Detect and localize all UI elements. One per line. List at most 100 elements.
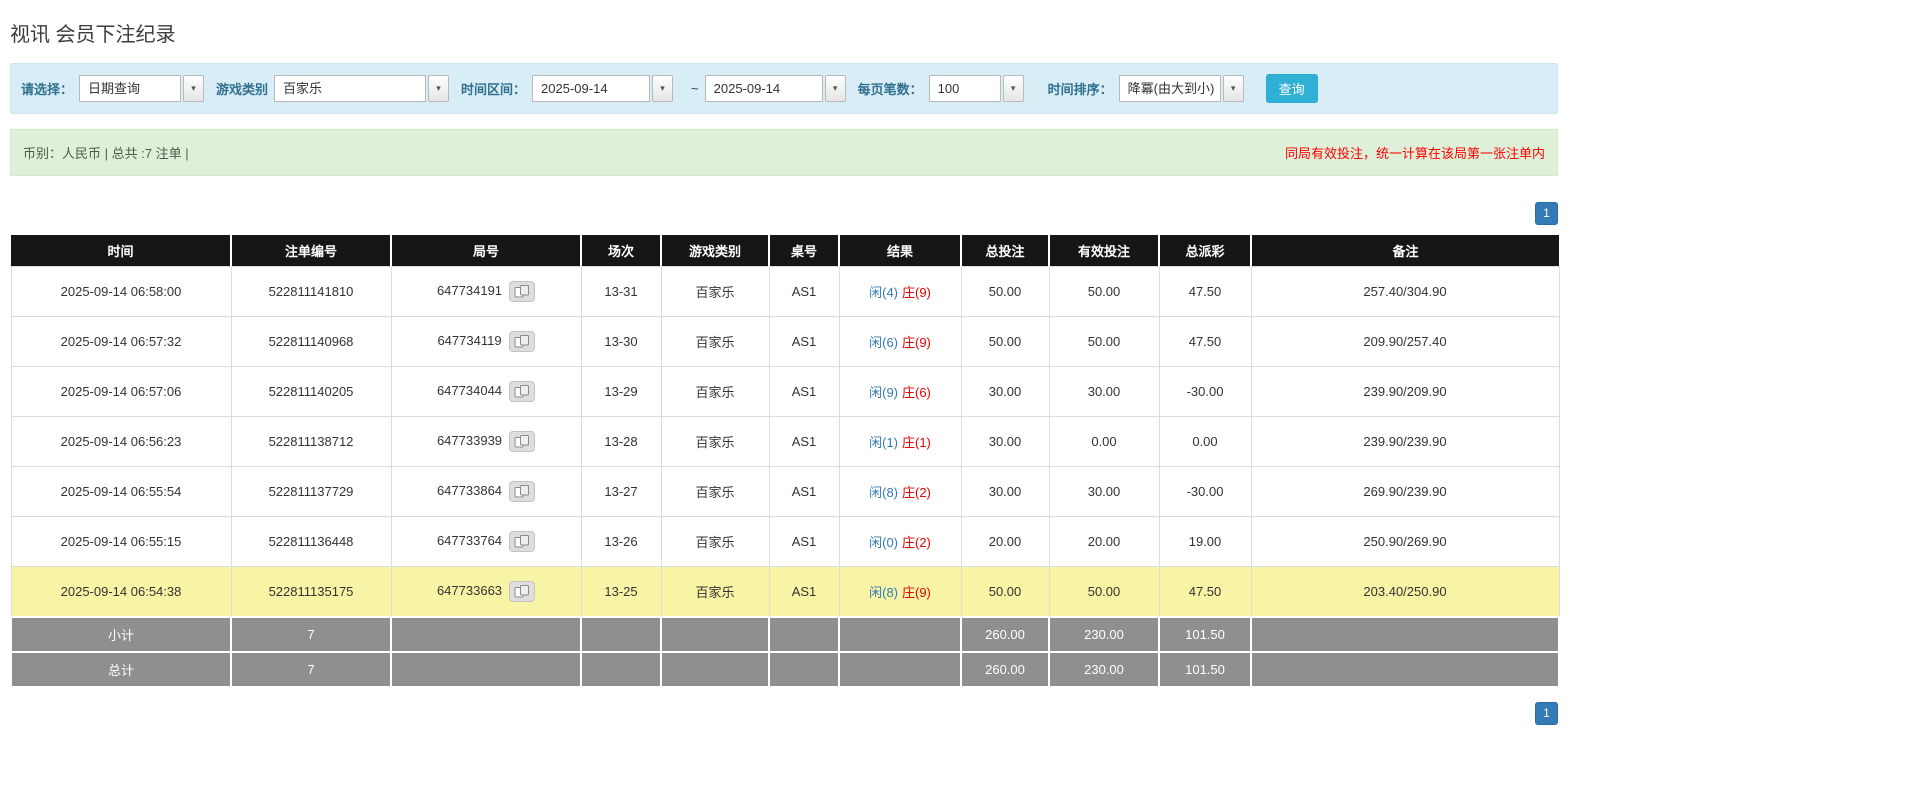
page-size-select[interactable]: 100 ▾ [928, 75, 1024, 102]
total-bet-link[interactable]: 30.00 [960, 466, 1050, 517]
cell-valid-bet: 50.00 [1048, 266, 1160, 317]
cell-payout: 47.50 [1158, 266, 1252, 317]
result-player: 闲(8) [869, 485, 898, 500]
view-round-cards-icon[interactable] [509, 581, 536, 602]
header-total-bet: 总投注 [960, 235, 1049, 267]
cell-remark: 250.90/269.90 [1250, 516, 1560, 567]
view-round-cards-icon[interactable] [509, 281, 536, 302]
cell-result: 闲(9) 庄(6) [838, 366, 962, 417]
cell-table-no: AS1 [768, 466, 840, 517]
cell-session: 13-30 [580, 316, 662, 367]
cell-bet-id: 522811136448 [230, 516, 392, 567]
chevron-down-icon[interactable]: ▾ [1222, 75, 1244, 102]
page-size-value: 100 [928, 75, 1001, 102]
cell-result: 闲(4) 庄(9) [838, 266, 962, 317]
chevron-down-icon[interactable]: ▾ [824, 75, 846, 102]
chevron-down-icon[interactable]: ▾ [428, 75, 450, 102]
cell-payout: 19.00 [1158, 516, 1252, 567]
cell-table-no: AS1 [768, 316, 840, 367]
cell-game-type: 百家乐 [660, 416, 770, 467]
info-bar: 币别：人民币 | 总共 :7 注单 | 同局有效投注，统一计算在该局第一张注单内 [10, 129, 1558, 176]
summary-empty-cell [580, 651, 662, 688]
total-count: 7 [230, 651, 392, 688]
total-row: 总计 7 260.00 230.00 101.50 [10, 651, 1560, 688]
cell-table-no: AS1 [768, 366, 840, 417]
query-type-label: 请选择： [21, 82, 74, 97]
search-button[interactable]: 查询 [1265, 74, 1318, 103]
cell-payout: 47.50 [1158, 566, 1252, 618]
header-table-no: 桌号 [768, 235, 839, 267]
cell-game-type: 百家乐 [660, 566, 770, 618]
total-bet-link[interactable]: 50.00 [960, 316, 1050, 367]
summary-empty-cell [580, 616, 662, 653]
cell-bet-id: 522811141810 [230, 266, 392, 317]
pagination-bottom: 1 [10, 702, 1558, 725]
round-no-value: 647733939 [436, 432, 503, 448]
game-type-select[interactable]: 百家乐 ▾ [274, 75, 450, 102]
pagination-page-1[interactable]: 1 [1535, 202, 1558, 225]
round-no-value: 647734119 [437, 332, 502, 348]
cell-time: 2025-09-14 06:56:23 [10, 416, 232, 467]
header-game-type: 游戏类别 [660, 235, 769, 267]
view-round-cards-icon[interactable] [508, 331, 535, 352]
cell-bet-id: 522811140968 [230, 316, 392, 367]
date-range-separator: ~ [691, 81, 699, 96]
view-round-cards-icon[interactable] [509, 531, 536, 552]
cell-valid-bet: 30.00 [1048, 466, 1160, 517]
table-header: 时间 注单编号 局号 场次 游戏类别 桌号 结果 总投注 有效投注 总派彩 备注 [11, 235, 1559, 267]
cell-session: 13-29 [580, 366, 662, 417]
subtotal-label: 小计 [10, 616, 232, 653]
result-player: 闲(1) [869, 435, 898, 450]
cell-valid-bet: 50.00 [1048, 316, 1160, 367]
date-from-select[interactable]: 2025-09-14 ▾ [532, 75, 674, 102]
result-player: 闲(8) [869, 585, 898, 600]
cell-payout: 47.50 [1158, 316, 1252, 367]
total-bet-link[interactable]: 50.00 [960, 266, 1050, 317]
cell-round-no: 647734044 [390, 366, 582, 417]
subtotal-count: 7 [230, 616, 392, 653]
cell-remark: 209.90/257.40 [1250, 316, 1560, 367]
table-body: 2025-09-14 06:58:00 522811141810 6477341… [10, 266, 1560, 618]
total-bet-link[interactable]: 50.00 [960, 566, 1050, 618]
total-bet-link[interactable]: 20.00 [960, 516, 1050, 567]
cell-remark: 203.40/250.90 [1250, 566, 1560, 618]
header-session: 场次 [580, 235, 661, 267]
cell-table-no: AS1 [768, 416, 840, 467]
query-type-select[interactable]: 日期查询 ▾ [79, 75, 205, 102]
cell-time: 2025-09-14 06:55:15 [10, 516, 232, 567]
total-bet-link[interactable]: 30.00 [960, 416, 1050, 467]
summary-empty-cell [838, 651, 962, 688]
header-remark: 备注 [1250, 235, 1559, 267]
summary-empty-cell [390, 616, 582, 653]
total-payout: 101.50 [1158, 651, 1252, 688]
chevron-down-icon[interactable]: ▾ [652, 75, 674, 102]
view-round-cards-icon[interactable] [509, 481, 536, 502]
cell-round-no: 647733864 [390, 466, 582, 517]
view-round-cards-icon[interactable] [509, 431, 536, 452]
cell-time: 2025-09-14 06:55:54 [10, 466, 232, 517]
cell-result: 闲(0) 庄(2) [838, 516, 962, 567]
cell-time: 2025-09-14 06:54:38 [10, 566, 232, 618]
round-no-value: 647733864 [436, 482, 503, 498]
cell-bet-id: 522811135175 [230, 566, 392, 618]
cell-remark: 239.90/239.90 [1250, 416, 1560, 467]
cell-result: 闲(8) 庄(9) [838, 566, 962, 618]
table-summary: 小计 7 260.00 230.00 101.50 总计 7 260.00 23… [10, 616, 1560, 688]
pagination-page-1[interactable]: 1 [1535, 702, 1558, 725]
chevron-down-icon[interactable]: ▾ [183, 75, 205, 102]
date-to-select[interactable]: 2025-09-14 ▾ [704, 75, 846, 102]
sort-order-label: 时间排序： [1047, 82, 1113, 97]
cell-remark: 269.90/239.90 [1250, 466, 1560, 517]
summary-empty-cell [660, 616, 770, 653]
table-row: 2025-09-14 06:55:54 522811137729 6477338… [10, 466, 1560, 517]
result-banker: 庄(2) [902, 535, 931, 550]
summary-empty-cell [838, 616, 962, 653]
result-player: 闲(0) [869, 535, 898, 550]
result-player: 闲(6) [869, 335, 898, 350]
subtotal-valid-bet: 230.00 [1048, 616, 1160, 653]
view-round-cards-icon[interactable] [509, 381, 536, 402]
summary-empty-cell [1250, 651, 1560, 688]
total-bet-link[interactable]: 30.00 [960, 366, 1050, 417]
chevron-down-icon[interactable]: ▾ [1002, 75, 1024, 102]
sort-order-select[interactable]: 降冪(由大到小) ▾ [1118, 75, 1244, 102]
